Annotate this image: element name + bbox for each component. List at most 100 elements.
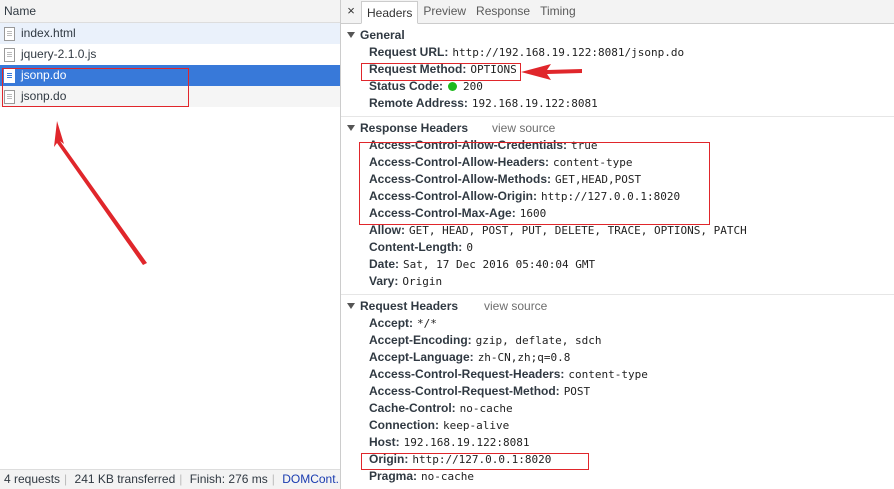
request-name: jsonp.do: [21, 89, 67, 103]
request-url-row: Request URL: http://192.168.19.122:8081/j…: [341, 44, 894, 61]
header-key: Origin:: [369, 452, 409, 466]
header-key: Access-Control-Request-Method:: [369, 384, 560, 398]
response-headers-header[interactable]: Response Headers view source: [341, 120, 894, 137]
triangle-down-icon: [347, 303, 355, 309]
file-icon: [4, 47, 15, 62]
detail-tab-bar: × Headers Preview Response Timing: [341, 0, 894, 24]
header-value: http://127.0.0.1:8020: [541, 190, 681, 203]
response-header-row: Access-Control-Allow-Methods: GET,HEAD,PO…: [341, 171, 894, 188]
request-header-row: Cache-Control: no-cache: [341, 400, 894, 417]
header-key: Request URL:: [369, 45, 449, 59]
header-value: 0: [466, 241, 473, 254]
transferred-size: 241 KB transferred: [74, 472, 176, 486]
response-headers-section: Response Headers view source Access-Cont…: [341, 117, 894, 295]
response-header-row: Allow: GET, HEAD, POST, PUT, DELETE, TRAC…: [341, 222, 894, 239]
header-value: content-type: [553, 156, 633, 169]
response-header-row: Access-Control-Allow-Origin: http://127.0…: [341, 188, 894, 205]
request-headers-section: Request Headers view source Accept: */* Ac…: [341, 295, 894, 489]
request-header-row: Pragma: no-cache: [341, 468, 894, 485]
view-source-link[interactable]: view source: [484, 298, 547, 315]
header-key: Host:: [369, 435, 400, 449]
response-header-row: Vary: Origin: [341, 273, 894, 290]
header-key: Access-Control-Allow-Origin:: [369, 189, 538, 203]
triangle-down-icon: [347, 32, 355, 38]
header-key: Accept-Encoding:: [369, 333, 472, 347]
header-value: http://192.168.19.122:8081/jsonp.do: [452, 46, 685, 59]
name-column-header[interactable]: Name: [0, 0, 340, 23]
header-value: content-type: [568, 368, 648, 381]
request-header-row: Accept-Language: zh-CN,zh;q=0.8: [341, 349, 894, 366]
header-key: Access-Control-Allow-Headers:: [369, 155, 550, 169]
section-title: Request Headers: [360, 299, 459, 313]
header-value: POST: [563, 385, 591, 398]
header-key: Status Code:: [369, 79, 444, 93]
tab-timing[interactable]: Timing: [535, 0, 581, 23]
request-header-row: Origin: http://127.0.0.1:8020: [341, 451, 894, 468]
header-value: GET,HEAD,POST: [555, 173, 642, 186]
response-header-row: Access-Control-Max-Age: 1600: [341, 205, 894, 222]
request-header-row: Access-Control-Request-Headers: content-t…: [341, 366, 894, 383]
tab-preview[interactable]: Preview: [418, 0, 471, 23]
status-code-row: Status Code: 200: [341, 78, 894, 95]
status-separator: |: [179, 472, 183, 486]
header-key: Connection:: [369, 418, 439, 432]
tab-headers[interactable]: Headers: [361, 1, 419, 24]
request-header-row: Connection: keep-alive: [341, 417, 894, 434]
triangle-down-icon: [347, 125, 355, 131]
header-value: no-cache: [459, 402, 513, 415]
header-key: Content-Length:: [369, 240, 463, 254]
header-value: zh-CN,zh;q=0.8: [477, 351, 571, 364]
header-key: Pragma:: [369, 469, 418, 483]
general-section-header[interactable]: General: [341, 27, 894, 44]
header-value: keep-alive: [443, 419, 510, 432]
request-row-jsonp-options[interactable]: jsonp.do: [0, 65, 340, 86]
request-header-row: Accept-Encoding: gzip, deflate, sdch: [341, 332, 894, 349]
header-key: Access-Control-Allow-Credentials:: [369, 138, 568, 152]
request-header-row: Accept: */*: [341, 315, 894, 332]
header-key: Request Method:: [369, 62, 467, 76]
request-row-index-html[interactable]: index.html: [0, 23, 340, 44]
header-value: */*: [417, 317, 437, 330]
header-value: http://127.0.0.1:8020: [412, 453, 552, 466]
header-key: Access-Control-Request-Headers:: [369, 367, 565, 381]
finish-time: Finish: 276 ms: [189, 472, 268, 486]
section-title: General: [360, 28, 405, 42]
view-source-link[interactable]: view source: [492, 120, 555, 137]
request-method-row: Request Method: OPTIONS: [341, 61, 894, 78]
request-header-row: Host: 192.168.19.122:8081: [341, 434, 894, 451]
tab-response[interactable]: Response: [471, 0, 535, 23]
request-count: 4 requests: [4, 472, 61, 486]
request-list-panel: Name index.html jquery-2.1.0.js jsonp.do…: [0, 0, 341, 489]
header-key: Cache-Control:: [369, 401, 456, 415]
request-header-row: Access-Control-Request-Method: POST: [341, 383, 894, 400]
response-header-row: Content-Length: 0: [341, 239, 894, 256]
request-name: index.html: [21, 26, 76, 40]
header-value: gzip, deflate, sdch: [475, 334, 602, 347]
file-icon: [4, 68, 15, 83]
file-icon: [4, 89, 15, 104]
close-icon[interactable]: ×: [341, 0, 361, 23]
header-value: 192.168.19.122:8081: [403, 436, 530, 449]
header-value: OPTIONS: [470, 63, 517, 76]
response-header-row: Access-Control-Allow-Credentials: true: [341, 137, 894, 154]
header-value: no-cache: [421, 470, 475, 483]
header-key: Allow:: [369, 223, 405, 237]
request-row-jquery[interactable]: jquery-2.1.0.js: [0, 44, 340, 65]
header-value: Origin: [402, 275, 443, 288]
header-value: Sat, 17 Dec 2016 05:40:04 GMT: [403, 258, 596, 271]
request-row-jsonp-post[interactable]: jsonp.do: [0, 86, 340, 107]
request-headers-header[interactable]: Request Headers view source: [341, 298, 894, 315]
network-status-bar: 4 requests | 241 KB transferred | Finish: …: [0, 469, 340, 489]
header-key: Accept:: [369, 316, 414, 330]
remote-address-row: Remote Address: 192.168.19.122:8081: [341, 95, 894, 112]
header-value: GET, HEAD, POST, PUT, DELETE, TRACE, OPT…: [409, 224, 747, 237]
response-header-row: Access-Control-Allow-Headers: content-typ…: [341, 154, 894, 171]
header-key: Access-Control-Allow-Methods:: [369, 172, 552, 186]
status-separator: |: [271, 472, 275, 486]
header-value: 192.168.19.122:8081: [471, 97, 598, 110]
header-key: Date:: [369, 257, 400, 271]
file-icon: [4, 26, 15, 41]
general-section: General Request URL: http://192.168.19.12…: [341, 27, 894, 117]
header-key: Accept-Language:: [369, 350, 474, 364]
response-header-row: Date: Sat, 17 Dec 2016 05:40:04 GMT: [341, 256, 894, 273]
